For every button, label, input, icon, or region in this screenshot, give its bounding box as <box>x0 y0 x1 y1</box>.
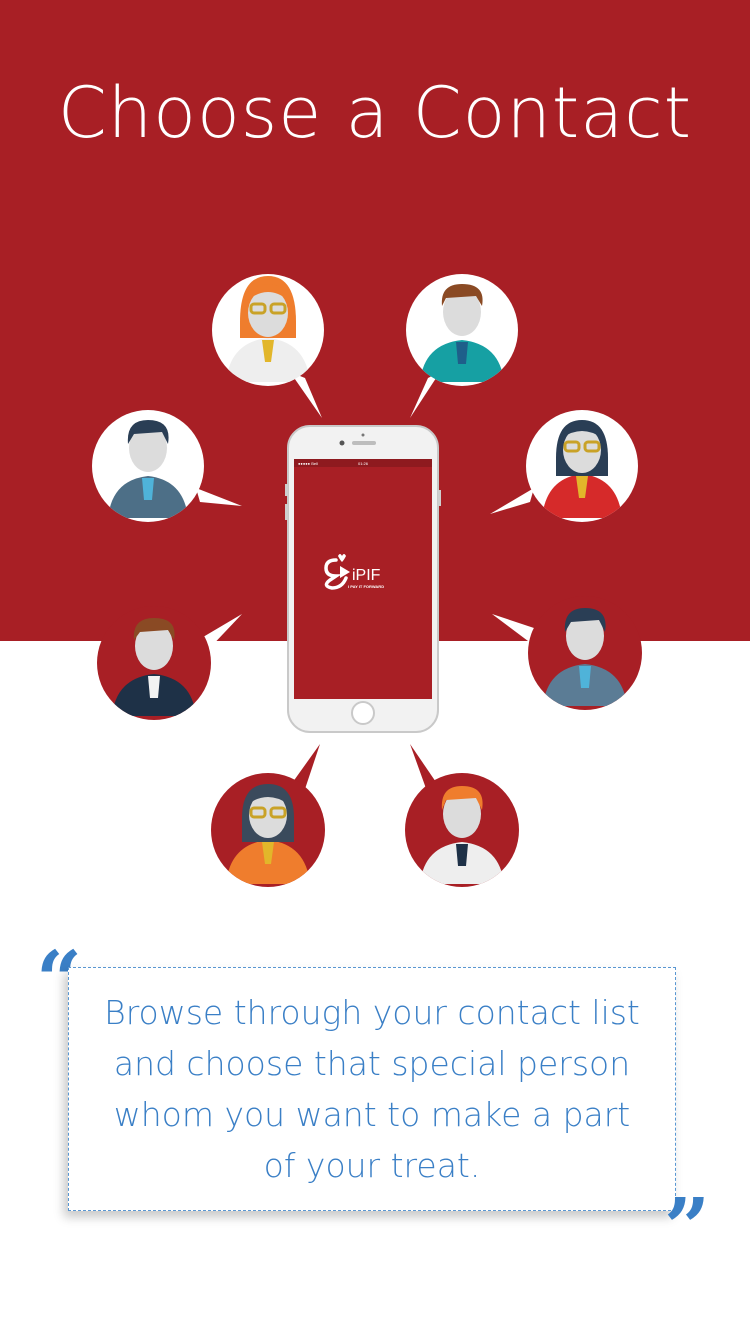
quote-text: Browse through your contact list and cho… <box>104 993 640 1185</box>
quote-card: Browse through your contact list and cho… <box>68 967 676 1211</box>
contact-avatar-man-orange-hair[interactable] <box>405 744 519 887</box>
phone-status-carrier: ●●●●● Bell <box>298 461 318 466</box>
phone-status-time: 01:26 <box>358 461 369 466</box>
phone-app-tagline: I PAY IT FORWARD <box>348 584 384 589</box>
contact-avatar-man-grey-suit[interactable] <box>492 596 642 710</box>
contact-avatar-woman-glasses-orange-jacket[interactable] <box>211 744 325 887</box>
contact-avatar-man-navy-suit[interactable] <box>97 606 242 720</box>
contact-avatar-man-teal-shirt[interactable] <box>406 274 518 418</box>
contact-avatar-woman-glasses-red-jacket[interactable] <box>490 410 638 522</box>
contact-avatar-woman-glasses-orange-hair[interactable] <box>212 274 324 418</box>
close-quote-icon: ” <box>664 1180 711 1274</box>
contacts-illustration: ●●●●● Bell 01:26 iPIF I PAY IT FORWARD <box>92 274 642 887</box>
phone-app-name: iPIF <box>352 567 381 584</box>
contact-avatar-man-blue-suit[interactable] <box>92 410 242 522</box>
